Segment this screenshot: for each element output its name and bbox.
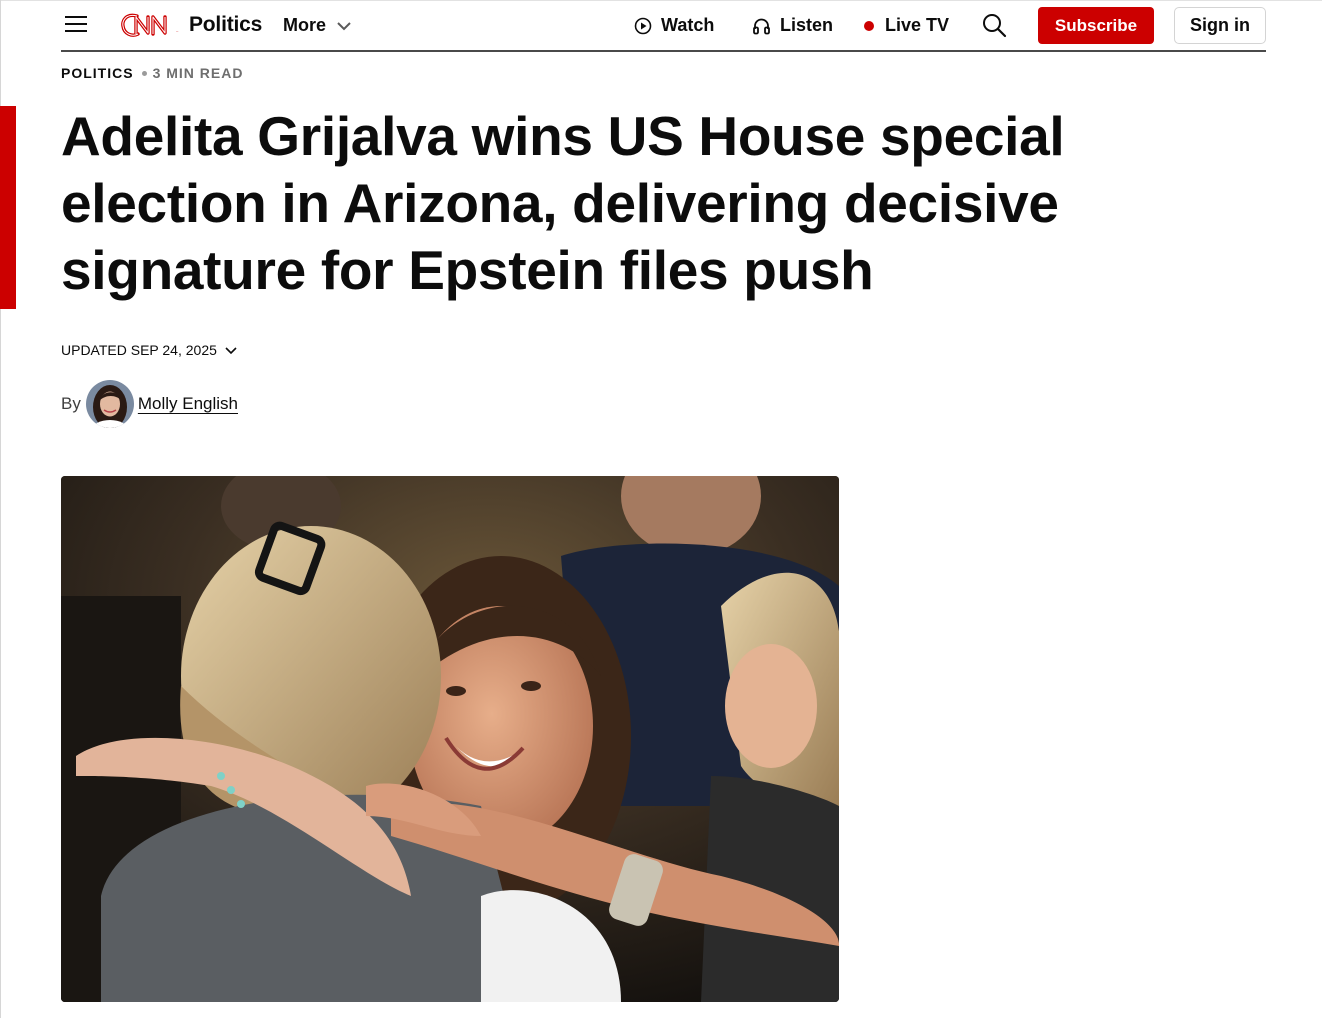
subscribe-button[interactable]: Subscribe (1038, 7, 1154, 44)
chevron-down-icon (337, 21, 351, 30)
watch-label: Watch (661, 15, 715, 35)
updated-timestamp-toggle[interactable]: UPDATED SEP 24, 2025 (61, 342, 238, 358)
author-link[interactable]: Molly English (138, 394, 238, 414)
more-label: More (283, 15, 327, 35)
play-icon (634, 17, 652, 34)
site-header: CNN Politics More Watch Listen Live TV S… (61, 0, 1266, 52)
read-time: 3 MIN READ (152, 65, 244, 81)
search-icon[interactable] (981, 12, 1007, 38)
lead-photo[interactable] (61, 476, 839, 1002)
hug-photo-image (61, 476, 839, 1002)
photo-caption-edge (61, 1013, 821, 1019)
section-title[interactable]: Politics (189, 13, 262, 37)
listen-link[interactable]: Listen (752, 15, 833, 36)
more-menu-button[interactable]: More (283, 15, 352, 36)
updated-timestamp: UPDATED SEP 24, 2025 (61, 342, 217, 358)
watch-link[interactable]: Watch (634, 15, 714, 36)
live-tv-link[interactable]: Live TV (864, 15, 949, 36)
author-avatar[interactable] (85, 380, 134, 428)
svg-text:CNN: CNN (176, 31, 178, 33)
hamburger-menu-icon[interactable] (63, 14, 89, 34)
chevron-down-icon (225, 346, 237, 354)
cnn-logo[interactable]: CNN (120, 10, 180, 40)
listen-label: Listen (780, 15, 834, 35)
byline-prefix: By (61, 394, 81, 413)
byline: By Molly English (61, 379, 238, 429)
separator-dot (141, 70, 147, 76)
sign-in-button[interactable]: Sign in (1174, 7, 1266, 44)
headline-accent-bar (0, 106, 16, 309)
headphones-icon (753, 18, 770, 34)
article-headline: Adelita Grijalva wins US House special e… (61, 105, 1065, 301)
live-tv-label: Live TV (885, 15, 950, 35)
section-label-link[interactable]: POLITICS (61, 65, 134, 81)
article-kicker: POLITICS 3 MIN READ (61, 65, 243, 81)
live-indicator-icon (864, 20, 874, 31)
